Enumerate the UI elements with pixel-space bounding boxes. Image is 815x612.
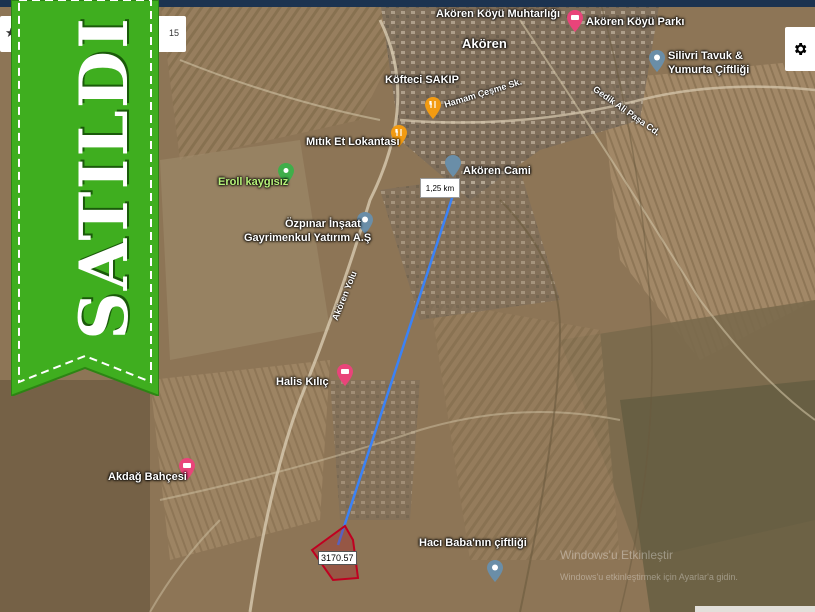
label-mitik-et-lokantasi[interactable]: Mıtık Et Lokantası — [306, 136, 400, 148]
distance-label: 1,25 km — [420, 178, 460, 198]
pin-park-icon[interactable] — [567, 10, 583, 32]
label-ozpinar-2[interactable]: Gayrimenkul Yatırım A.Ş — [244, 232, 371, 244]
parcel-label: 3170.57 — [318, 551, 357, 565]
pin-farm-icon[interactable] — [649, 50, 665, 72]
label-eroll-kaygisiz[interactable]: Eroll kaygısız — [218, 176, 288, 188]
label-halis-kilic[interactable]: Halis Kılıç — [276, 376, 329, 388]
activation-watermark-text: Windows'u etkinleştirmek için Ayarlar'a … — [560, 572, 738, 582]
label-akoren-koyu-muhtarligi[interactable]: Akören Köyü Muhtarlığı — [436, 8, 560, 20]
label-akoren-camii[interactable]: Akören Cami — [463, 165, 531, 177]
map-attribution — [695, 606, 815, 612]
activation-watermark-title: Windows'u Etkinleştir — [560, 548, 673, 562]
label-ozpinar-1[interactable]: Özpınar İnşaat — [285, 218, 361, 230]
pin-mosque-icon[interactable] — [445, 155, 461, 177]
label-akoren[interactable]: Akören — [462, 36, 507, 51]
pin-restaurant-icon[interactable] — [425, 97, 441, 119]
label-silivri-tavuk-1[interactable]: Silivri Tavuk & — [668, 50, 743, 62]
banner-text: SATILDI — [65, 15, 144, 340]
pin-poi-icon[interactable] — [337, 364, 353, 386]
settings-button[interactable] — [785, 27, 815, 71]
sold-banner: SATILDI — [11, 0, 159, 396]
label-haci-baba-ciftligi[interactable]: Hacı Baba'nın çiftliği — [419, 537, 527, 549]
gear-icon — [795, 43, 807, 55]
label-akoren-koyu-parki[interactable]: Akören Köyü Parkı — [586, 16, 684, 28]
label-akdag-bahcesi[interactable]: Akdağ Bahçesi — [108, 471, 187, 483]
label-kofteci-sakip[interactable]: Köfteci SAKIP — [385, 74, 459, 86]
label-silivri-tavuk-2[interactable]: Yumurta Çiftliği — [668, 64, 749, 76]
pin-farm-icon[interactable] — [487, 560, 503, 582]
